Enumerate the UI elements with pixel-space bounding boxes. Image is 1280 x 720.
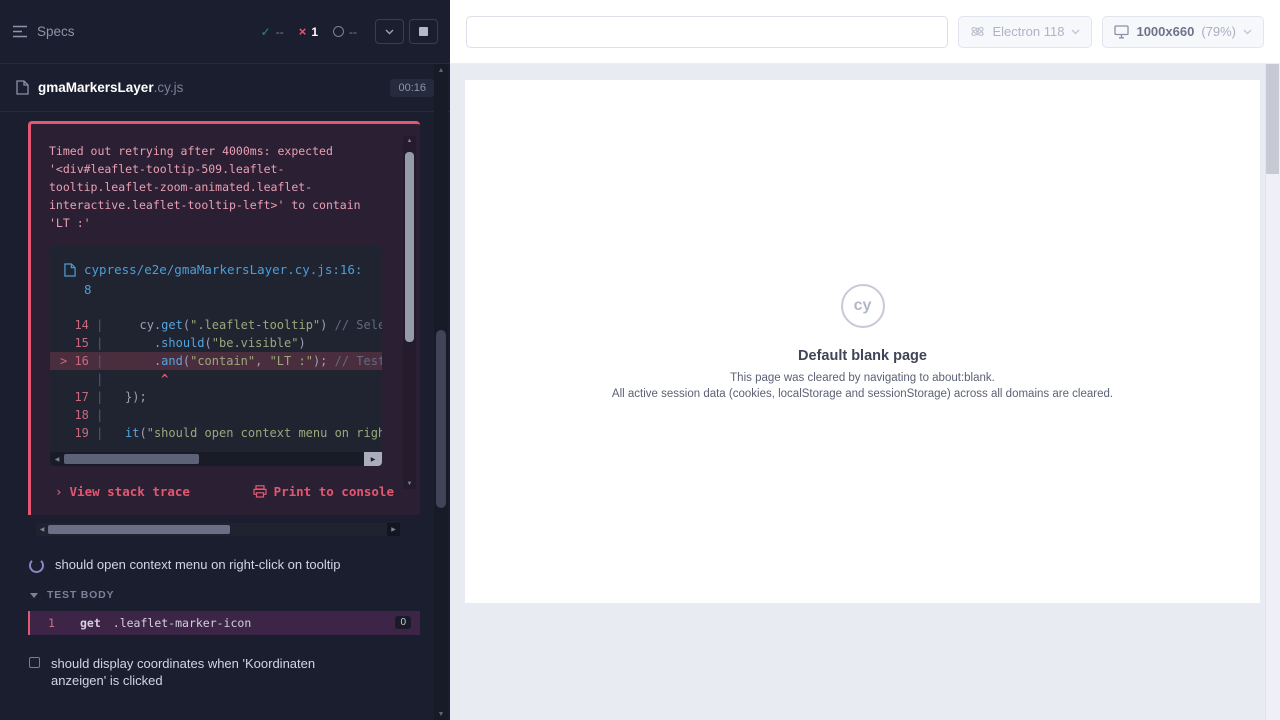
error-message: Timed out retrying after 4000ms: expecte… bbox=[49, 142, 378, 232]
print-label: Print to console bbox=[274, 484, 394, 499]
aut-vertical-scrollbar[interactable] bbox=[1265, 64, 1280, 720]
chevron-down-icon bbox=[30, 593, 38, 598]
blank-page-line1: This page was cleared by navigating to a… bbox=[730, 372, 995, 384]
error-file-link[interactable]: cypress/e2e/gmaMarkersLayer.cy.js:16:8 bbox=[50, 256, 382, 310]
command-row[interactable]: 1 get .leaflet-marker-icon 0 bbox=[28, 611, 420, 635]
code-horizontal-scrollbar[interactable]: ◀ ▶ bbox=[50, 452, 382, 466]
stop-button[interactable] bbox=[409, 19, 438, 44]
browser-name: Electron 118 bbox=[992, 24, 1064, 39]
chevron-down-icon bbox=[385, 29, 394, 35]
blank-page-title: Default blank page bbox=[798, 348, 927, 364]
scroll-left-arrow-icon[interactable]: ◀ bbox=[50, 452, 64, 466]
code-line: 19 | it("should open context menu on rig… bbox=[50, 424, 382, 442]
monitor-icon bbox=[1114, 25, 1129, 39]
log-horizontal-scrollbar[interactable]: ◀ ▶ bbox=[36, 523, 400, 536]
spec-extension: .cy.js bbox=[154, 80, 184, 95]
code-file-icon bbox=[64, 263, 76, 277]
header-buttons bbox=[375, 19, 438, 44]
code-line: > 16 | .and("contain", "LT :"); // Test bbox=[50, 352, 382, 370]
element-count-badge: 0 bbox=[395, 616, 411, 629]
reporter-vscroll-thumb[interactable] bbox=[436, 330, 446, 508]
command-message: .leaflet-marker-icon bbox=[113, 616, 251, 630]
print-icon bbox=[253, 485, 267, 498]
test-error-panel: Timed out retrying after 4000ms: expecte… bbox=[28, 121, 420, 515]
viewport-scale: (79%) bbox=[1201, 24, 1236, 39]
passed-check-icon: ✓ bbox=[261, 25, 271, 39]
error-vertical-scrollbar[interactable]: ▲ ▼ bbox=[403, 136, 416, 489]
specs-list-icon bbox=[12, 25, 28, 38]
chevron-down-icon bbox=[1243, 29, 1252, 35]
file-link-text: cypress/e2e/gmaMarkersLayer.cy.js:16:8 bbox=[84, 260, 368, 300]
passed-count: -- bbox=[276, 25, 284, 39]
command-method: get bbox=[80, 616, 101, 630]
viewport-size: 1000x660 bbox=[1136, 24, 1194, 39]
electron-browser-icon bbox=[970, 24, 985, 39]
blank-page: cy Default blank page This page was clea… bbox=[465, 80, 1260, 603]
reporter-header: Specs ✓ -- × 1 -- bbox=[0, 0, 450, 64]
error-actions: › View stack trace Print to console bbox=[55, 484, 394, 499]
failed-count: 1 bbox=[311, 25, 318, 39]
test-item-queued[interactable]: should display coordinates when 'Koordin… bbox=[0, 655, 420, 689]
spec-duration: 00:16 bbox=[390, 79, 434, 97]
failed-x-icon: × bbox=[299, 24, 307, 39]
view-stack-trace-link[interactable]: › View stack trace bbox=[55, 484, 190, 499]
scroll-down-arrow-icon[interactable]: ▼ bbox=[403, 479, 416, 489]
code-block: 14 | cy.get(".leaflet-tooltip") // Sele … bbox=[50, 310, 382, 452]
reporter-panel: Specs ✓ -- × 1 -- bbox=[0, 0, 450, 720]
running-spinner-icon bbox=[29, 558, 44, 573]
browser-selector[interactable]: Electron 118 bbox=[958, 16, 1092, 48]
scroll-right-arrow-icon[interactable]: ▶ bbox=[387, 523, 400, 536]
command-number: 1 bbox=[48, 616, 80, 630]
code-frame: cypress/e2e/gmaMarkersLayer.cy.js:16:8 1… bbox=[50, 246, 382, 466]
test-item-running[interactable]: should open context menu on right-click … bbox=[0, 556, 420, 573]
cypress-logo-icon: cy bbox=[841, 284, 885, 328]
print-to-console-button[interactable]: Print to console bbox=[253, 484, 394, 499]
viewport-selector[interactable]: 1000x660 (79%) bbox=[1102, 16, 1264, 48]
stat-failed: × 1 bbox=[299, 24, 318, 39]
code-line: 17 | }); bbox=[50, 388, 382, 406]
reporter-vertical-scrollbar[interactable]: ▲ ▼ bbox=[434, 64, 448, 720]
chevron-down-icon bbox=[1071, 29, 1080, 35]
code-line: 15 | .should("be.visible") bbox=[50, 334, 382, 352]
test-title: should open context menu on right-click … bbox=[55, 556, 340, 573]
log-hscroll-thumb[interactable] bbox=[48, 525, 230, 534]
test-title: should display coordinates when 'Koordin… bbox=[51, 655, 365, 689]
stack-chevron-icon: › bbox=[55, 484, 63, 499]
scroll-down-arrow-icon[interactable]: ▼ bbox=[434, 708, 448, 720]
specs-menu-button[interactable]: Specs bbox=[12, 24, 75, 39]
code-hscroll-thumb[interactable] bbox=[64, 454, 199, 464]
aut-vscroll-thumb[interactable] bbox=[1266, 64, 1279, 174]
pending-circle-icon bbox=[333, 26, 344, 37]
collapse-all-button[interactable] bbox=[375, 19, 404, 44]
pending-count: -- bbox=[349, 25, 357, 39]
code-line: 18 | bbox=[50, 406, 382, 424]
aut-panel: Electron 118 1000x660 (79%) cy Default b… bbox=[450, 0, 1280, 720]
test-body-section-header[interactable]: TEST BODY bbox=[0, 589, 420, 601]
code-line: 14 | cy.get(".leaflet-tooltip") // Sele bbox=[50, 316, 382, 334]
stop-icon bbox=[419, 27, 428, 36]
aut-viewport-area: cy Default blank page This page was clea… bbox=[450, 64, 1280, 720]
stat-pending: -- bbox=[333, 25, 357, 39]
aut-header: Electron 118 1000x660 (79%) bbox=[450, 0, 1280, 64]
queued-square-icon bbox=[29, 657, 40, 668]
stack-trace-label: View stack trace bbox=[70, 484, 190, 499]
scroll-up-arrow-icon[interactable]: ▲ bbox=[403, 136, 416, 146]
stat-passed: ✓ -- bbox=[261, 25, 284, 39]
specs-label: Specs bbox=[37, 24, 75, 39]
scroll-right-arrow-icon[interactable]: ▶ bbox=[364, 452, 382, 466]
spec-name[interactable]: gmaMarkersLayer bbox=[38, 80, 154, 95]
scroll-left-arrow-icon[interactable]: ◀ bbox=[36, 523, 48, 536]
blank-page-line2: All active session data (cookies, localS… bbox=[612, 388, 1113, 400]
scroll-up-arrow-icon[interactable]: ▲ bbox=[434, 64, 448, 76]
cypress-app: Specs ✓ -- × 1 -- bbox=[0, 0, 1280, 720]
url-input[interactable] bbox=[466, 16, 948, 48]
error-vscroll-thumb[interactable] bbox=[405, 152, 414, 342]
test-stats: ✓ -- × 1 -- bbox=[261, 24, 357, 39]
spec-title-row: gmaMarkersLayer .cy.js 00:16 bbox=[0, 64, 450, 112]
test-body-label: TEST BODY bbox=[47, 589, 114, 601]
command-log: Timed out retrying after 4000ms: expecte… bbox=[0, 113, 420, 720]
code-line: | ^ bbox=[50, 370, 382, 388]
spec-file-icon bbox=[16, 80, 29, 95]
